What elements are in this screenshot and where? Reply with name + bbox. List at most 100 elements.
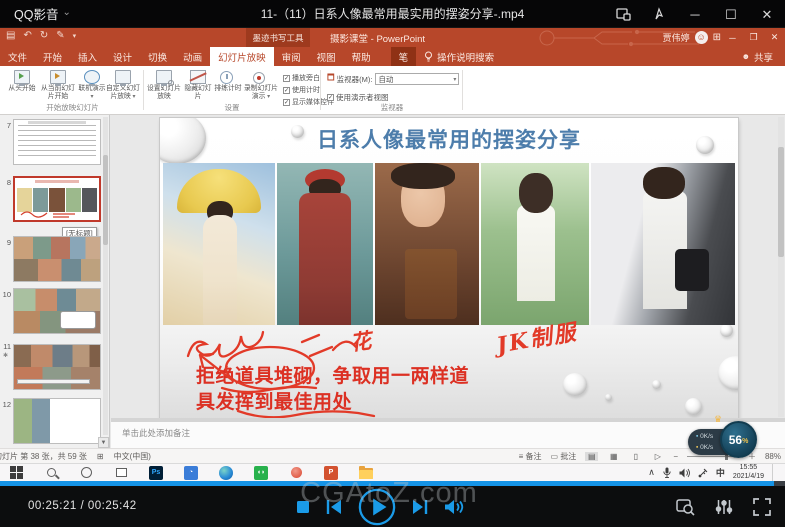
play-button[interactable]	[358, 488, 396, 526]
tab-home[interactable]: 开始	[35, 47, 70, 66]
dropdown-caret-icon: ▾	[90, 94, 93, 100]
next-button[interactable]	[411, 499, 429, 515]
notes-pane[interactable]: 单击此处添加备注	[111, 422, 785, 448]
app-menu-button[interactable]: QQ影音 ⌄	[0, 0, 81, 27]
slide-thumbnail-10[interactable]	[13, 288, 101, 334]
slide-canvas[interactable]: 日系人像最常用的摆姿分享 拒绝道具堆砌，争取用一两样道 具发挥到最佳用处 花 J…	[160, 118, 738, 423]
slide-thumbnail-panel: 7 8 [无标题] 9 10	[0, 115, 110, 448]
tab-transitions[interactable]: 切换	[140, 47, 175, 66]
save-icon[interactable]: ▤	[6, 30, 15, 41]
ribbon-content: 从头开始 从当前幻灯片开始 联机演示 ▾ 自定义幻灯片放映 ▾ 开始放映幻灯片 …	[0, 66, 785, 115]
taskbar-powerpoint-icon[interactable]: P	[324, 466, 338, 480]
show-desktop-button[interactable]	[772, 464, 777, 482]
tab-animations[interactable]: 动画	[175, 47, 210, 66]
microphone-icon[interactable]	[663, 467, 671, 478]
bubble-decoration	[652, 380, 661, 389]
spellcheck-icon[interactable]: ⊞	[97, 452, 104, 461]
stop-button[interactable]	[296, 500, 310, 514]
taskbar-app-icon[interactable]	[289, 466, 303, 480]
tab-file[interactable]: 文件	[0, 47, 35, 66]
crown-icon: ♛	[714, 414, 722, 425]
start-button[interactable]	[9, 466, 23, 480]
normal-view-button[interactable]: ▤	[585, 452, 598, 461]
handwritten-flower-note: 花	[348, 325, 373, 358]
ppt-close-button[interactable]: ✕	[764, 28, 785, 47]
zoom-out-button[interactable]: −	[673, 452, 678, 461]
undo-icon[interactable]: ↶	[23, 30, 31, 41]
person-icon: ☻	[742, 52, 750, 61]
sidebar-scrollbar[interactable]	[103, 117, 108, 435]
tab-design[interactable]: 设计	[105, 47, 140, 66]
ribbon-display-options-icon[interactable]: ⊞	[713, 32, 721, 43]
comments-toggle[interactable]: ▭ 批注	[551, 451, 577, 462]
slideshow-view-button[interactable]: ▷	[651, 452, 664, 461]
search-icon[interactable]	[44, 466, 58, 480]
volume-icon[interactable]	[444, 499, 464, 515]
maximize-button[interactable]: ☐	[713, 0, 749, 28]
tab-view[interactable]: 视图	[309, 47, 344, 66]
ppt-restore-button[interactable]: ❐	[743, 28, 764, 47]
group-divider	[462, 70, 463, 110]
ime-indicator[interactable]: 中	[716, 466, 725, 479]
reading-view-button[interactable]: ▯	[629, 452, 642, 461]
usb-plug-icon[interactable]	[698, 468, 708, 478]
zoom-level[interactable]: 88%	[765, 452, 781, 461]
ink-icon[interactable]: ✎	[56, 30, 64, 41]
monitor-dropdown[interactable]: 🗖 监视器(M): 自动▾	[327, 72, 459, 86]
popout-arrow-icon[interactable]	[641, 0, 677, 28]
tab-review[interactable]: 审阅	[274, 47, 309, 66]
memory-usage-ball[interactable]: 56%	[720, 421, 757, 458]
hide-slide-icon	[190, 70, 206, 84]
speed-ball-widget[interactable]: ♛ ▪ 0K/s ▪ 0K/s 56%	[688, 414, 760, 460]
windows-taskbar: Ps ◔ ◖◗ P ∧ 中 15:55 2021/4/19	[0, 463, 785, 481]
notes-toggle[interactable]: ≡ 备注	[519, 451, 542, 462]
close-button[interactable]: ✕	[749, 0, 785, 28]
taskbar-explorer-icon[interactable]	[359, 466, 373, 480]
checkbox-use-timings[interactable]: ✓使用计时	[283, 85, 320, 95]
slide-number: 9	[2, 238, 11, 247]
ppt-minimize-button[interactable]: ─	[722, 28, 743, 47]
tab-help[interactable]: 帮助	[344, 47, 379, 66]
taskbar-photoshop-icon[interactable]: Ps	[149, 466, 163, 480]
red-annotation-text-line2: 具发挥到最佳用处	[196, 387, 352, 414]
tab-slideshow[interactable]: 幻灯片放映	[210, 47, 274, 66]
fullscreen-icon[interactable]	[753, 498, 771, 516]
taskbar-netdisk-icon[interactable]: ◔	[184, 466, 198, 480]
tray-chevron-icon[interactable]: ∧	[648, 467, 655, 478]
tell-me-search[interactable]: 操作说明搜索	[416, 47, 502, 66]
slide-sorter-view-button[interactable]: ▦	[607, 452, 620, 461]
redo-icon[interactable]: ↻	[40, 30, 48, 41]
checkbox-play-narrations[interactable]: ✓播放旁白	[283, 73, 320, 83]
user-name[interactable]: 贾伟婷	[663, 31, 690, 44]
screenshot-icon[interactable]	[605, 0, 641, 28]
slide-thumbnail-8-selected[interactable]	[13, 176, 101, 222]
language-status[interactable]: 中文(中国)	[114, 451, 151, 462]
avatar[interactable]: ☺	[695, 31, 708, 44]
group-label-start-slideshow: 开始放映幻灯片	[5, 102, 140, 113]
video-capture-icon[interactable]	[676, 498, 695, 516]
thumbnail-callout-box	[60, 311, 96, 329]
sidebar-scroll-down-button[interactable]: ▼	[98, 437, 109, 448]
tab-insert[interactable]: 插入	[70, 47, 105, 66]
task-view-icon[interactable]	[114, 466, 128, 480]
playlist-settings-icon[interactable]	[715, 498, 733, 516]
taskbar-wechat-icon[interactable]: ◖◗	[254, 466, 268, 480]
tab-pen[interactable]: 笔	[391, 47, 417, 66]
taskbar-clock[interactable]: 15:55 2021/4/19	[733, 464, 764, 482]
play-from-start-icon	[14, 70, 30, 84]
slide-thumbnail-9[interactable]	[13, 236, 101, 282]
minimize-button[interactable]: ─	[677, 0, 713, 28]
taskbar-edge-icon[interactable]	[219, 466, 233, 480]
video-title: 11-（11）日系人像最常用最实用的摆姿分享-.mp4	[261, 5, 525, 22]
speaker-icon[interactable]	[679, 468, 690, 478]
slide-thumbnail-7[interactable]	[13, 119, 101, 165]
qat-dropdown-icon[interactable]: ▾	[73, 32, 77, 40]
previous-button[interactable]	[325, 499, 343, 515]
slide-thumbnail-11[interactable]	[13, 344, 101, 390]
share-button[interactable]: ☻ 共享	[730, 47, 785, 66]
cortana-icon[interactable]	[79, 466, 93, 480]
slide-position: 幻灯片 第 38 张，共 59 张	[0, 451, 87, 462]
slide-area-scrollbar[interactable]	[778, 117, 784, 417]
slide-thumbnail-12[interactable]	[13, 398, 101, 444]
photo-girl-in-white-shirt-outdoors	[481, 163, 589, 325]
